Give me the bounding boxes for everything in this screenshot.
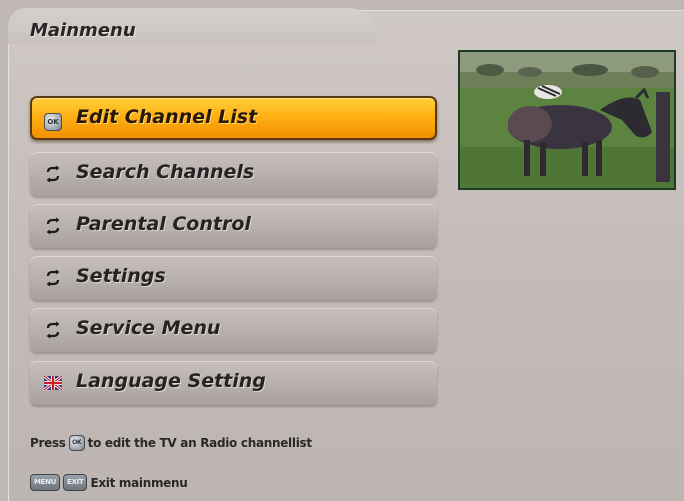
- page-title: Mainmenu: [30, 20, 136, 41]
- arrows-icon: [44, 165, 62, 183]
- menu-item-search-channels[interactable]: Search Channels: [30, 152, 437, 196]
- preview-image: [460, 52, 674, 188]
- menu-item-parental-control[interactable]: Parental Control: [30, 204, 437, 248]
- menu-item-label: Search Channels: [76, 161, 255, 183]
- hint-prefix: Press: [30, 436, 66, 450]
- footer-label: Exit mainmenu: [90, 475, 188, 490]
- menu-item-edit-channel-list[interactable]: OK Edit Channel List: [30, 96, 437, 140]
- hint-suffix: to edit the TV an Radio channellist: [87, 436, 312, 450]
- menu-item-service-menu[interactable]: Service Menu: [30, 308, 437, 352]
- menu-item-settings[interactable]: Settings: [30, 256, 437, 300]
- tv-preview: [458, 50, 676, 190]
- menu-key-icon[interactable]: MENU: [30, 474, 61, 491]
- ok-key-icon: OK: [44, 109, 62, 131]
- menu-item-language-setting[interactable]: Language Setting: [30, 361, 437, 405]
- exit-key-icon[interactable]: EXIT: [63, 474, 88, 491]
- menu-item-label: Language Setting: [76, 370, 266, 392]
- help-hint: Press OK to edit the TV an Radio channel…: [30, 435, 312, 451]
- uk-flag-icon: [43, 374, 63, 392]
- arrows-icon: [44, 217, 62, 235]
- menu-item-label: Settings: [76, 265, 166, 287]
- menu-item-label: Edit Channel List: [76, 106, 258, 128]
- arrows-icon: [44, 321, 62, 339]
- footer: MENU EXIT Exit mainmenu: [30, 474, 188, 491]
- arrows-icon: [44, 269, 62, 287]
- menu-item-label: Service Menu: [76, 317, 221, 339]
- menu-item-label: Parental Control: [76, 213, 251, 235]
- ok-key-icon: OK: [68, 435, 85, 451]
